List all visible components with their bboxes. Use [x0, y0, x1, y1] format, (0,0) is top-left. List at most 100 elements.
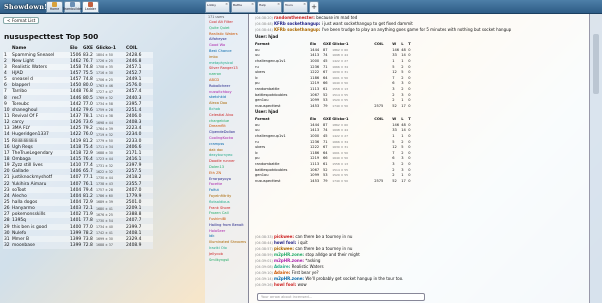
chat-username[interactable]: randomthenester: [274, 15, 316, 20]
chat-timestamp: (04:39:26) [255, 283, 274, 287]
ladder-row: 26 Hanyarmo 1403 72.1 1680 ± 41 2209.1 [3, 205, 153, 212]
nav-teambuilder-label: Teambuilder [62, 7, 83, 11]
ladder-row: 21 justiknockmyshotf 1407 77.1 1730 ± 44 2418… [3, 174, 153, 181]
elo-cell: 1458 [69, 64, 82, 71]
user-stats-table: Format Elo GXE Glicko-1 COIL W L Tou 1444 87 1862 … [255, 116, 413, 184]
home-icon [52, 2, 57, 7]
chat-message: (04:38:48) KFRb sockethangup: i just wan… [255, 21, 413, 26]
chat-timestamp: (04:39:01) [255, 259, 274, 263]
ladder-row: 7 Tarribo 1448 76.8 1727 ± 47 2457.4 [3, 88, 153, 95]
elo-cell: 1437 [69, 113, 82, 120]
nav-home-tab[interactable]: Home [46, 1, 63, 13]
elo-cell: 1404 [69, 187, 82, 194]
elo-cell: 1442 [69, 107, 82, 114]
rank-cell: 17 [3, 150, 11, 157]
ladder-row: 15 Rilililililililiili 1419 81.2 1779 ± 50 22… [3, 137, 153, 145]
nav-ladder-tab[interactable]: Ladder [82, 1, 99, 13]
elo-cell: 1446 [69, 94, 82, 102]
close-icon[interactable]: × [303, 2, 306, 6]
chat-text: I've been trudge to play an anything goe… [321, 27, 512, 32]
chat-text: *asking [305, 258, 321, 263]
user-list: 171 users Cool Alt Filter Quite Quiet Real… [205, 14, 249, 303]
elo-cell: 1442 [69, 101, 82, 108]
chat-username[interactable]: m2pHR.zone: [274, 252, 305, 257]
chat-timestamp: (04:38:48) [255, 22, 274, 26]
logo[interactable]: Showdown! [4, 1, 47, 13]
chat-message: (04:39:01) m2pHR.zone: *asking [255, 258, 320, 263]
ladder-row: 18 Ombaga 1415 76.4 1723 ± 44 2416.1 [3, 156, 153, 163]
chat-input[interactable]: Your arrow about incensed... [257, 293, 425, 301]
user-list-item[interactable]: Hailing from Benoit [205, 223, 248, 229]
chat-message: (04:38:44) KFRb sockethangup: I've been … [255, 27, 511, 32]
chat-username[interactable]: pickwee: [274, 246, 295, 251]
chat-username[interactable]: KFRb sockethangup: [274, 21, 322, 26]
chat-username[interactable]: m2pHR.zone: [274, 276, 305, 281]
stats-row: nususpecttest 1453 79 1740 ± 50 2575 52 17 0 [255, 178, 413, 184]
close-icon[interactable]: × [225, 2, 228, 6]
chat-username[interactable]: howl fool: [274, 282, 298, 287]
chat-text: wow [297, 282, 307, 287]
elo-cell: 1450 [69, 82, 82, 89]
chat-username[interactable]: Adaire: [274, 270, 292, 275]
user-list-item[interactable]: Smilkyngsil [205, 258, 248, 264]
elo-cell: 1407 [69, 174, 82, 181]
chat-timestamp: (04:38:33) [255, 235, 274, 239]
chat-text: can there be a tourney in nu [295, 246, 353, 251]
coil-cell: 2408.9 [125, 242, 153, 249]
elo-cell: 1422 [69, 131, 82, 138]
elo-cell: 1415 [69, 156, 82, 163]
stats-cell: nususpecttest [255, 178, 281, 183]
nav-teambuilder-tab[interactable]: Teambuilder [62, 1, 83, 13]
chat-timestamp: (04:38:44) [255, 241, 274, 245]
room-tab-4[interactable]: Tours × [283, 1, 308, 13]
ladder-row: 28 1395q 1401 77.8 1730 ± 54 2407.7 [3, 217, 153, 224]
rank-cell: 22 [3, 180, 11, 188]
rank-cell: 32 [3, 242, 11, 249]
scrollbar-thumb[interactable] [593, 34, 599, 94]
room-tab-2[interactable]: Battle × [231, 1, 256, 13]
chat-timestamp: (04:39:08) [255, 265, 274, 269]
rank-cell: 18 [3, 156, 11, 163]
ladder-row: 13 3MA FLY 1425 79.2 1764 ± 39 2223.4 [3, 125, 153, 132]
room-tabs: Lobby × Battle × Help × Tours × + [205, 1, 319, 13]
chat-username[interactable]: Adaire: [274, 264, 292, 269]
add-room-button[interactable]: + [309, 1, 319, 13]
gxe-cell: 72.8 [82, 242, 95, 249]
elo-cell: 1418 [69, 144, 82, 151]
ladder-row: 1 Spamming Sneasel 1506 83.2 1804 ± 50 2428.6 [3, 52, 153, 59]
player-name[interactable]: moonbase [11, 242, 69, 249]
chat-username[interactable]: howl fool: [274, 240, 298, 245]
room-tab-1[interactable]: Lobby × [205, 1, 230, 13]
ladder-row: 14 Hugeridgen1337 1422 76.0 1719 ± 32 2234.0 [3, 131, 153, 138]
room-tab-3[interactable]: Help × [257, 1, 282, 13]
rank-cell: 26 [3, 205, 11, 212]
format-list-button[interactable]: < Format List [3, 17, 40, 24]
stats-cell: 0 [408, 103, 411, 108]
ladder-row: 19 Zyzz still lives 1410 77.4 1731 ± 32 2397.… [3, 162, 153, 169]
elo-cell: 1457 [69, 70, 82, 77]
stats-cell: 0 [408, 178, 411, 183]
chat-username[interactable]: KFRb sockethangup: [274, 27, 322, 32]
rank-cell: 12 [3, 119, 11, 126]
chat-scrollbar[interactable] [589, 14, 602, 303]
col-gxe: GXE [83, 46, 93, 51]
close-icon[interactable]: × [277, 2, 280, 6]
elo-cell: 1462 [69, 58, 82, 65]
chat-message: (04:38:59) m2pHR.zone: stop alldge and t… [255, 252, 360, 257]
rank-cell: 23 [3, 187, 11, 194]
ladder-table: Name Elo GXE Glicko-1 COIL 1 Spamming Sne… [3, 45, 153, 249]
chat-username[interactable]: pickwee: [274, 234, 295, 239]
rank-cell: 10 [3, 107, 11, 114]
chat-timestamp: (04:39:14) [255, 277, 274, 281]
close-icon[interactable]: × [251, 2, 254, 6]
rank-cell: 13 [3, 125, 11, 132]
stats-cell: 1740 ± 50 [332, 178, 349, 183]
elo-cell: 1406 [69, 168, 82, 175]
ladder-panel: < Format List nususpecttest Top 500 Name… [0, 14, 205, 303]
room-tab-label: Tours [285, 3, 293, 7]
chat-username[interactable]: m2pHR.zone: [274, 258, 305, 263]
rank-cell: 31 [3, 236, 11, 243]
chat-message: (04:39:26) howl fool: wow [255, 282, 307, 287]
ladder-row: 30 Nulefo 1399 78.2 1742 ± 41 2408.1 [3, 230, 153, 237]
ladder-row: 11 Revival Of F 1437 78.1 1741 ± 38 2406.0 [3, 113, 153, 120]
